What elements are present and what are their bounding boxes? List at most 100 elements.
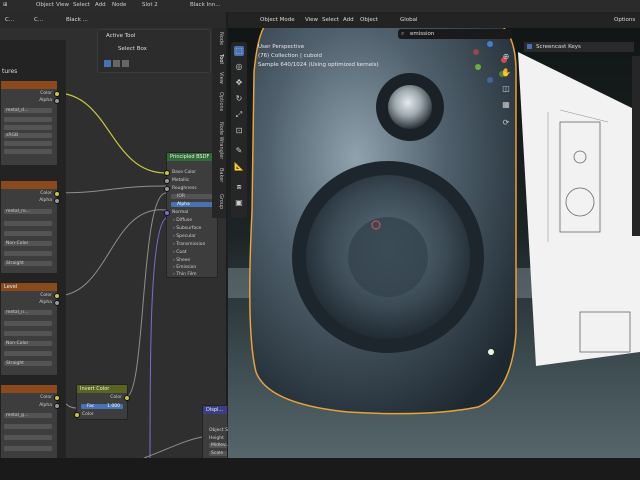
tab-options[interactable]: Options [214,92,224,111]
bsdf-panel-thin-film[interactable]: › Thin Film [173,272,197,277]
transform-orientation-dropdown[interactable]: Global [400,17,418,23]
move-tool-icon[interactable]: ✥ [234,78,244,88]
image-node-2[interactable]: Color Alpha metal_ro... Non-Color Straig… [0,180,60,274]
viewport-menu-add[interactable]: Add [343,17,354,23]
menu-node[interactable]: Node [112,2,126,8]
tab-baker[interactable]: Baker [214,168,224,182]
tab-node-wrangler[interactable]: Node Wrangler [214,122,224,159]
alpha-mode-field[interactable] [4,149,52,154]
alpha-socket[interactable] [54,98,60,104]
viewport-menu-object[interactable]: Object [360,17,378,23]
transform-tool-icon[interactable]: ⊡ [234,126,244,136]
annotate-tool-icon[interactable]: ✎ [234,146,244,156]
select-mode-new-button[interactable] [104,60,111,67]
bsdf-panel-emission[interactable]: › Emission [173,265,196,270]
base-color-socket[interactable] [164,170,170,176]
bsdf-panel-coat[interactable]: › Coat [173,250,187,255]
displacement-node[interactable]: Displ... Object S... Height Midlev... Sc… [202,405,232,460]
add-cube-tool-icon[interactable]: ⧈ [234,182,244,192]
cursor-tool-icon[interactable]: ◎ [234,62,244,72]
3d-viewport[interactable]: User Perspective (76) Collection | cuboi… [228,12,640,458]
projection-field[interactable] [4,231,52,236]
metallic-socket[interactable] [164,178,170,184]
colorspace-field[interactable] [4,446,52,451]
rotate-view-icon[interactable]: ⟳ [501,118,511,128]
screencast-checkbox[interactable] [527,44,532,49]
viewport-menu-select[interactable]: Select [322,17,339,23]
object-mode-dropdown[interactable]: Object Mode [260,17,295,23]
zoom-icon[interactable]: ⊕ [501,52,511,62]
bsdf-panel-sheen[interactable]: › Sheen [173,258,190,263]
alpha-field[interactable]: Alpha [171,202,215,207]
slot-selector[interactable]: Slot 2 [142,2,158,8]
color-socket[interactable] [54,395,60,401]
bsdf-panel-subsurface[interactable]: › Subsurface [173,226,201,231]
alpha-socket[interactable] [54,300,60,306]
bsdf-panel-diffuse[interactable]: › Diffuse [173,218,192,223]
invert-output-socket[interactable] [124,395,130,401]
image-node-3[interactable]: Level Color Alpha metal_n... Non-Color S… [0,282,60,376]
alpha-socket[interactable] [54,198,60,204]
extension-field[interactable] [4,351,52,356]
tab-view[interactable]: View [214,72,224,84]
color-socket[interactable] [54,91,60,97]
select-box-tool-icon[interactable]: ⬚ [234,46,244,56]
menu-view[interactable]: View [56,2,69,8]
image-file-field[interactable]: metal_ro... [4,209,52,214]
colorspace-field[interactable]: sRGB [4,133,52,138]
interp-field[interactable] [4,221,52,226]
projection-field[interactable] [4,435,52,440]
alpha-mode-field[interactable]: Straight [4,261,52,266]
image-node-4[interactable]: Color Alpha metal_g... [0,384,60,460]
disp-scale-field[interactable]: Scale [209,451,227,456]
tab-tool[interactable]: Tool [214,54,224,64]
measure-tool-icon[interactable]: 📐 [234,162,244,172]
tab-group[interactable]: Group [214,194,224,209]
menu-select[interactable]: Select [73,2,90,8]
invert-color-node[interactable]: Invert Color Color Fac 1.000 Color [74,384,130,420]
invert-input-socket[interactable] [74,412,80,418]
select-mode-subtract-button[interactable] [122,60,129,67]
alpha-socket[interactable] [54,403,60,409]
viewport-sidebar-tabs[interactable] [632,56,640,236]
options-dropdown[interactable]: Options [614,17,635,23]
colorspace-field[interactable]: Non-Color [4,241,52,246]
camera-icon[interactable]: ◫ [501,84,511,94]
editor-type-button[interactable]: ⊞ [3,2,8,8]
add-object-tool-icon[interactable]: ▣ [234,198,244,208]
tab-node[interactable]: Node [214,32,224,45]
alpha-mode-field[interactable]: Straight [4,361,52,366]
projection-field[interactable] [4,125,52,130]
normal-socket[interactable] [164,210,170,216]
node-header-item-3[interactable]: Black ... [66,17,88,23]
extension-field[interactable] [4,141,52,146]
scale-tool-icon[interactable]: ⤢ [234,110,244,120]
viewport-menu-view[interactable]: View [305,17,318,23]
colorspace-field[interactable]: Non-Color [4,341,52,346]
material-selector[interactable]: Black Inn... [190,2,220,8]
pan-hand-icon[interactable]: ✋ [501,68,511,78]
node-header-item-1[interactable]: C... [5,17,14,23]
projection-field[interactable] [4,331,52,336]
interp-field[interactable] [4,321,52,326]
interp-field[interactable] [4,424,52,429]
color-socket[interactable] [54,293,60,299]
bsdf-panel-transmission[interactable]: › Transmission [173,242,205,247]
roughness-socket[interactable] [164,186,170,192]
image-file-field[interactable]: metal_d... [4,108,52,113]
rotate-tool-icon[interactable]: ↻ [234,94,244,104]
interp-field[interactable] [4,117,52,122]
ior-field[interactable]: IOR [171,194,215,199]
bsdf-panel-specular[interactable]: › Specular [173,234,196,239]
select-mode-extend-button[interactable] [113,60,120,67]
menu-object[interactable]: Object [36,2,54,8]
color-socket[interactable] [54,191,60,197]
search-input[interactable]: emission [410,31,434,37]
fac-field[interactable]: Fac 1.000 [81,404,123,409]
extension-field[interactable] [4,251,52,256]
image-file-field[interactable]: metal_g... [4,413,52,418]
node-header-item-2[interactable]: C... [34,17,43,23]
disp-midlevel-field[interactable]: Midlev... [209,443,230,448]
principled-bsdf-node[interactable]: Principled BSDF Base Color Metallic Roug… [164,152,218,278]
image-node-1[interactable]: Color Alpha metal_d... sRGB [0,80,60,166]
